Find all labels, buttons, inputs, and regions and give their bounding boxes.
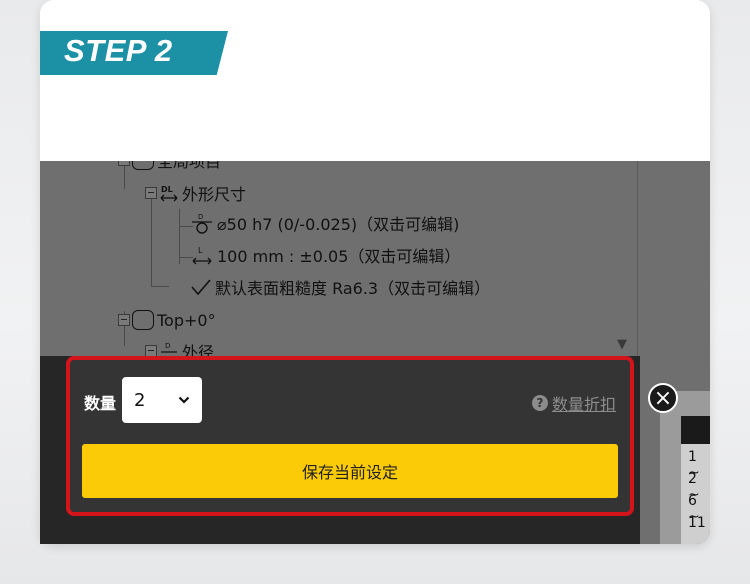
tree-label: 默认表面粗糙度 Ra6.3（双击可编辑）	[215, 279, 491, 298]
collapse-icon[interactable]	[118, 161, 130, 166]
svg-text:D: D	[165, 342, 170, 350]
tree-label: Top+0°	[157, 310, 216, 330]
quantity-select[interactable]: 2	[122, 377, 202, 423]
collapse-icon[interactable]	[145, 345, 157, 356]
tree-row-diameter-tolerance[interactable]: D ⌀50 h7 (0/-0.025)（双击可编辑)	[190, 211, 459, 235]
tree-label: ⌀50 h7 (0/-0.025)（双击可编辑)	[217, 215, 460, 234]
step-badge: STEP 2	[40, 31, 228, 75]
collapse-icon[interactable]	[118, 314, 130, 326]
diameter-icon: D	[190, 211, 214, 235]
quantity-label: 数量	[84, 394, 117, 413]
part-icon	[132, 310, 154, 330]
roughness-check-icon	[190, 277, 212, 297]
close-icon[interactable]: ×	[648, 383, 678, 413]
tree-label: 外形尺寸	[182, 185, 247, 204]
svg-text:DL: DL	[161, 185, 173, 194]
quantity-value: 2	[134, 389, 146, 411]
svg-text:D: D	[198, 213, 203, 221]
price-table-row: 11	[688, 515, 706, 531]
quantity-discount-label: 数量折扣	[551, 395, 616, 414]
tree-row-length-tolerance[interactable]: L 100 mm : ±0.05（双击可编辑）	[190, 243, 460, 267]
part-icon	[132, 161, 154, 170]
tree-row-surface-roughness[interactable]: 默认表面粗糙度 Ra6.3（双击可编辑）	[190, 275, 490, 299]
tree-label: 100 mm : ±0.05（双击可编辑）	[217, 247, 461, 266]
tree-row-global[interactable]: 全局项目	[118, 161, 221, 171]
save-settings-button[interactable]: 保存当前设定	[82, 444, 618, 498]
tree-label: 全局项目	[157, 161, 222, 171]
help-icon: ?	[531, 395, 548, 411]
dimension-dl-icon: DL	[159, 183, 179, 203]
panel-divider	[637, 161, 638, 356]
step-label: STEP 2	[64, 33, 173, 68]
diameter-icon: D	[159, 341, 179, 356]
card-header: STEP 2	[40, 0, 710, 161]
tree-label: 外径	[182, 343, 215, 356]
svg-text:L: L	[198, 246, 203, 255]
spec-tree: 全局项目 DL 外形尺寸 D ⌀50 h7 (0/-0.025)（双击可编辑) …	[40, 161, 638, 361]
order-panel: 数量 2 ? 数量折扣 保存当前设定	[66, 356, 634, 516]
price-table-header	[681, 416, 710, 444]
scroll-down-icon[interactable]: ▼	[617, 337, 627, 352]
tree-row-outer-diameter[interactable]: D 外径	[145, 339, 214, 356]
length-icon: L	[190, 243, 214, 267]
tree-row-outline-dimensions[interactable]: DL 外形尺寸	[145, 181, 246, 205]
collapse-icon[interactable]	[145, 187, 157, 199]
tree-row-top[interactable]: Top+0°	[118, 308, 216, 332]
chevron-down-icon	[178, 392, 190, 408]
quantity-discount-link[interactable]: ? 数量折扣	[531, 391, 616, 415]
